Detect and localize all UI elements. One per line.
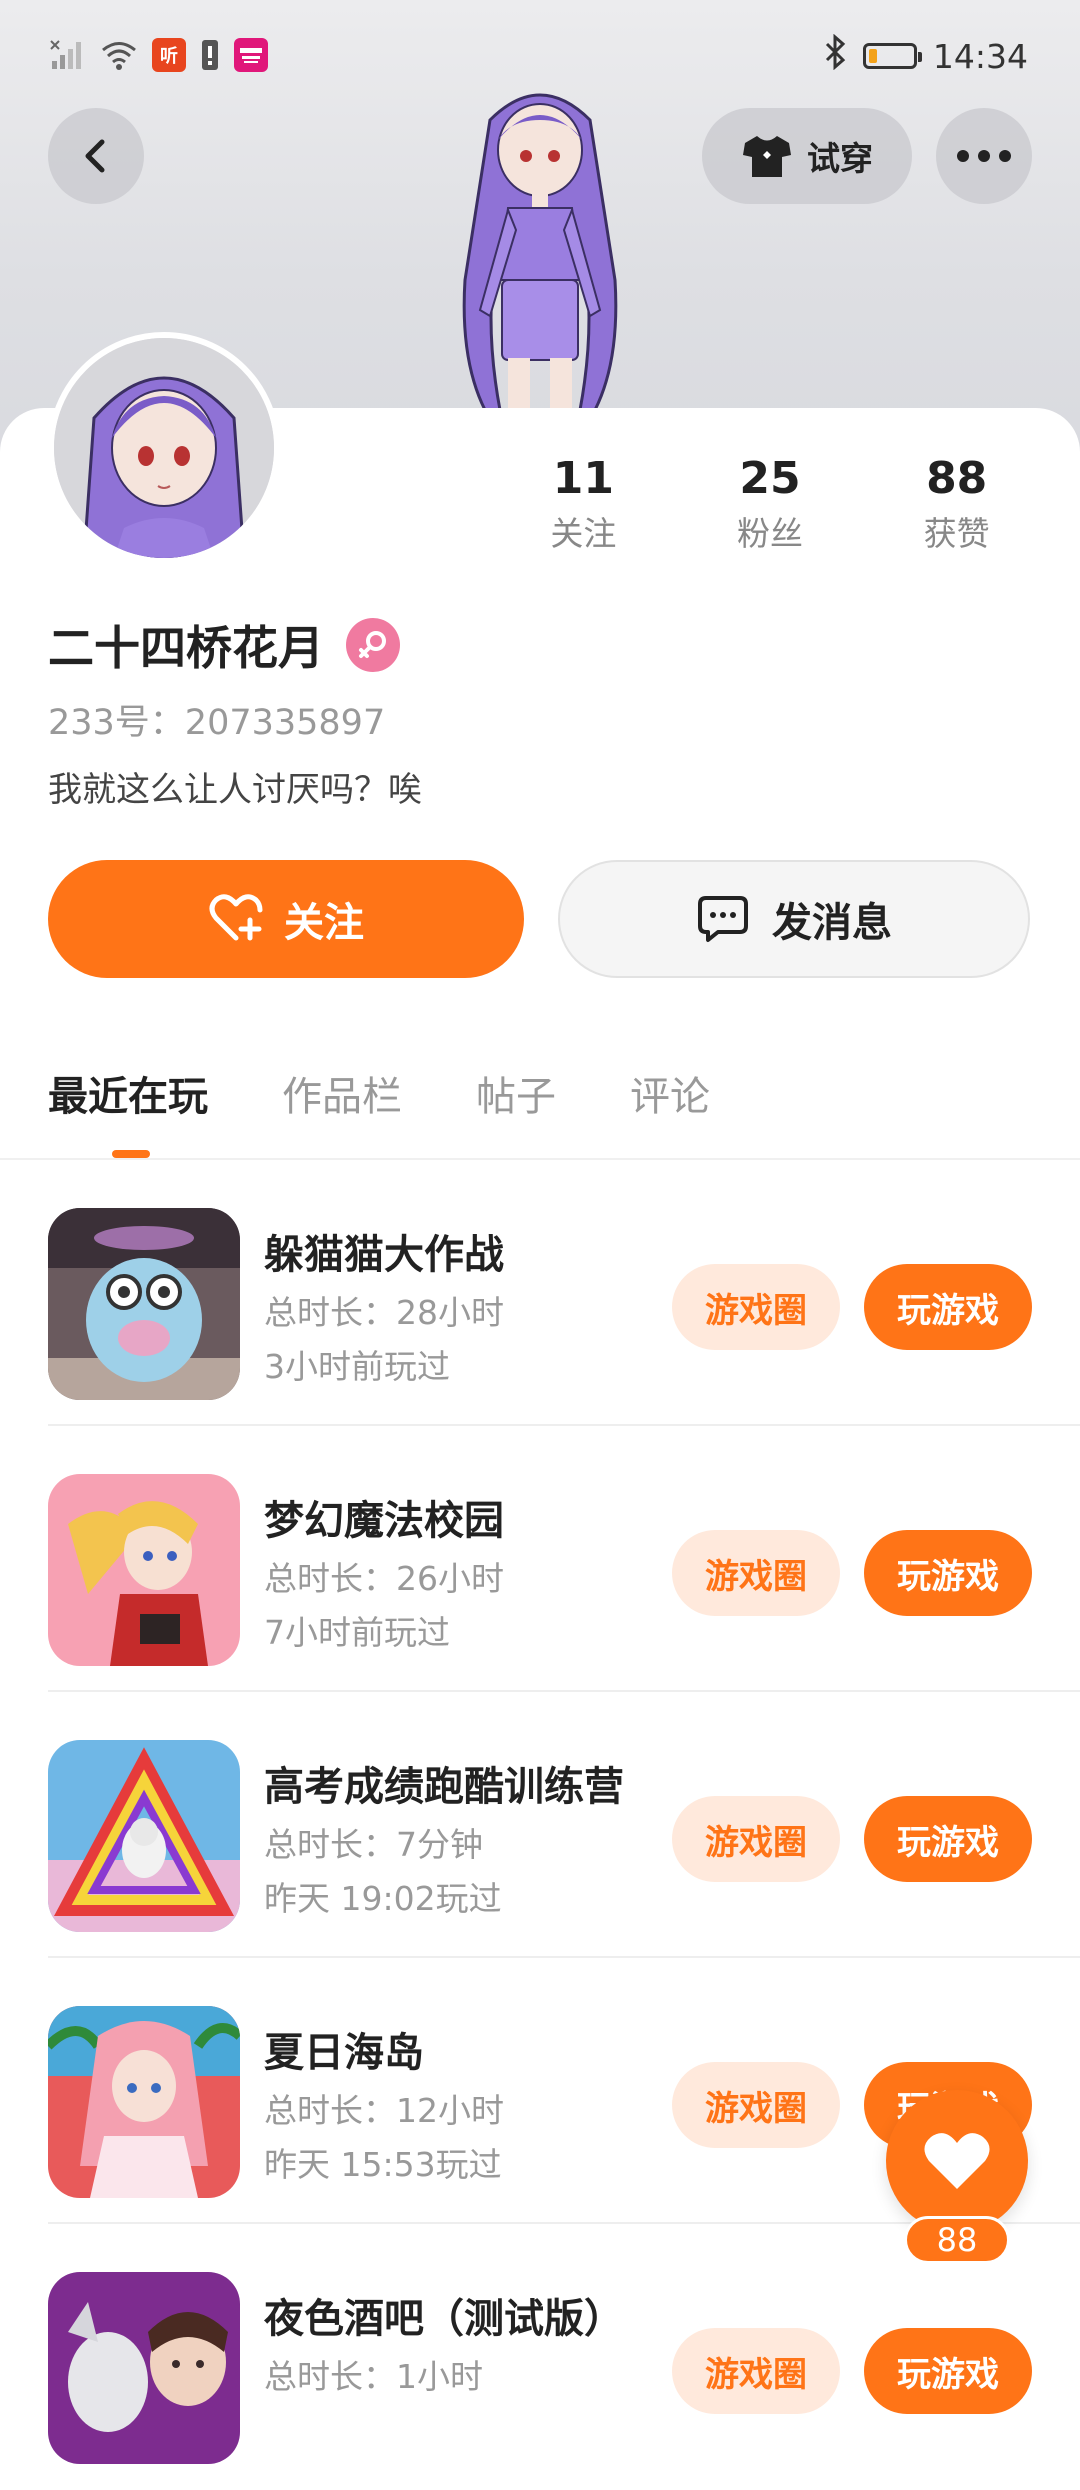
nickname: 二十四桥花月	[48, 621, 324, 675]
more-button[interactable]	[936, 108, 1032, 204]
battery-icon	[862, 43, 922, 69]
play-game-button[interactable]: 玩游戏	[864, 1264, 1032, 1350]
game-last-played: 昨天 15:53玩过	[264, 2145, 502, 2184]
avatar-image	[54, 338, 274, 558]
stat-value: 88	[926, 453, 988, 504]
profile-stats: 11 关注 25 粉丝 88 获赞	[490, 450, 1050, 560]
stat-value: 11	[552, 453, 614, 504]
chat-bubble-icon	[698, 896, 748, 942]
tshirt-icon	[743, 136, 791, 177]
recent-games-list: 躲猫猫大作战 总时长：28小时 3小时前玩过 游戏圈 玩游戏 梦幻魔法校园 总时…	[0, 1160, 1080, 2490]
game-title: 夏日海岛	[264, 2030, 424, 2076]
game-duration: 总时长：7分钟	[264, 1825, 483, 1864]
user-bio: 我就这么让人讨厌吗？唉	[48, 770, 422, 810]
mall-app-icon	[234, 38, 268, 72]
tab-recently-played[interactable]: 最近在玩	[48, 1064, 208, 1122]
game-circle-button[interactable]: 游戏圈	[672, 1264, 840, 1350]
active-tab-indicator	[112, 1150, 150, 1158]
like-count-badge: 88	[904, 2216, 1010, 2264]
list-item[interactable]: 夜色酒吧（测试版） 总时长：1小时 游戏圈 玩游戏	[0, 2224, 1080, 2490]
status-time: 14:34	[932, 36, 1028, 76]
game-title: 夜色酒吧（测试版）	[264, 2296, 624, 2342]
back-button[interactable]	[48, 108, 144, 204]
stat-value: 25	[739, 453, 801, 504]
game-title: 梦幻魔法校园	[264, 1498, 504, 1544]
sim-alert-icon	[200, 38, 220, 72]
game-circle-button[interactable]: 游戏圈	[672, 1530, 840, 1616]
game-last-played: 昨天 19:02玩过	[264, 1879, 502, 1918]
profile-tabs: 最近在玩 作品栏 帖子 评论	[48, 1064, 710, 1122]
try-on-button[interactable]: 试穿	[702, 108, 912, 204]
play-game-button[interactable]: 玩游戏	[864, 2328, 1032, 2414]
stat-following[interactable]: 11 关注	[490, 450, 677, 560]
game-duration: 总时长：26小时	[264, 1559, 504, 1598]
avatar[interactable]	[48, 332, 280, 564]
game-title: 高考成绩跑酷训练营	[264, 1764, 624, 1810]
send-message-button[interactable]: 发消息	[558, 860, 1030, 978]
bluetooth-icon	[823, 33, 847, 78]
game-duration: 总时长：12小时	[264, 2091, 504, 2130]
heart-icon	[924, 2133, 990, 2189]
play-game-button[interactable]: 玩游戏	[864, 1530, 1032, 1616]
game-last-played: 7小时前玩过	[264, 1613, 450, 1652]
nickname-row: 二十四桥花月	[48, 612, 400, 678]
chevron-left-icon	[85, 139, 105, 173]
more-dots-icon	[957, 150, 1011, 162]
stat-label: 粉丝	[737, 514, 803, 553]
signal-icon	[50, 39, 86, 71]
game-icon	[48, 1740, 240, 1932]
game-circle-button[interactable]: 游戏圈	[672, 2328, 840, 2414]
stat-label: 关注	[550, 514, 617, 553]
game-last-played: 3小时前玩过	[264, 1347, 450, 1386]
game-circle-button[interactable]: 游戏圈	[672, 1796, 840, 1882]
tab-works[interactable]: 作品栏	[282, 1064, 402, 1122]
avatar-character-image	[462, 93, 618, 448]
heart-plus-icon	[209, 894, 263, 941]
send-message-label: 发消息	[772, 900, 892, 946]
female-gender-icon	[346, 618, 400, 672]
wifi-icon	[100, 40, 138, 70]
like-fab-button[interactable]	[886, 2090, 1028, 2232]
game-icon	[48, 2006, 240, 2198]
game-duration: 总时长：28小时	[264, 1293, 504, 1332]
game-icon	[48, 2272, 240, 2464]
game-icon	[48, 1474, 240, 1666]
play-game-button[interactable]: 玩游戏	[864, 1796, 1032, 1882]
stat-label: 获赞	[923, 514, 990, 553]
stat-followers[interactable]: 25 粉丝	[677, 450, 864, 560]
follow-button[interactable]: 关注	[48, 860, 524, 978]
game-circle-button[interactable]: 游戏圈	[672, 2062, 840, 2148]
game-duration: 总时长：1小时	[264, 2357, 483, 2396]
user-id: 233号：207335897	[48, 703, 386, 743]
stat-likes[interactable]: 88 获赞	[863, 450, 1050, 560]
listen-app-icon: 听	[152, 38, 186, 72]
list-item[interactable]: 高考成绩跑酷训练营 总时长：7分钟 昨天 19:02玩过 游戏圈 玩游戏	[0, 1692, 1080, 1958]
list-item[interactable]: 梦幻魔法校园 总时长：26小时 7小时前玩过 游戏圈 玩游戏	[0, 1426, 1080, 1692]
tab-comments[interactable]: 评论	[630, 1064, 710, 1122]
try-on-label: 试穿	[807, 139, 873, 178]
list-item[interactable]: 躲猫猫大作战 总时长：28小时 3小时前玩过 游戏圈 玩游戏	[0, 1160, 1080, 1426]
tab-posts[interactable]: 帖子	[476, 1064, 556, 1122]
game-icon	[48, 1208, 240, 1400]
follow-label: 关注	[284, 900, 364, 946]
game-title: 躲猫猫大作战	[264, 1232, 504, 1278]
